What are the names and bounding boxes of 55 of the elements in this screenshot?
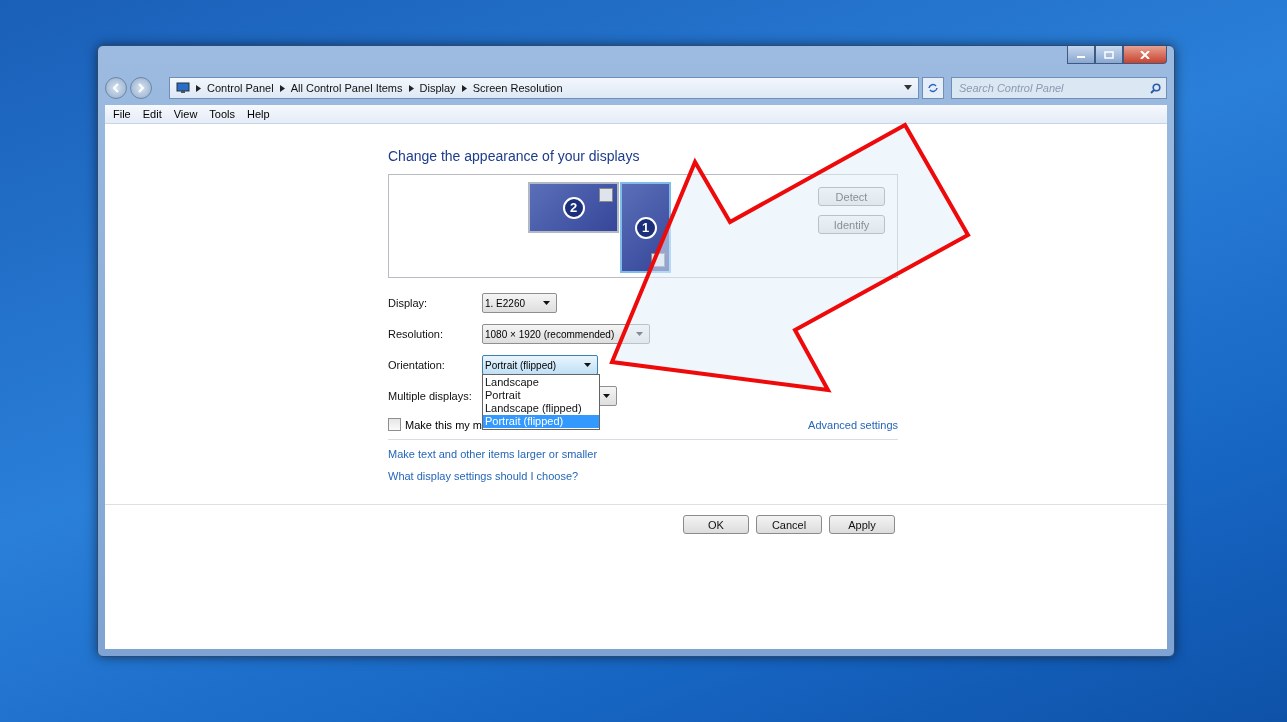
close-button[interactable] <box>1123 46 1167 64</box>
menu-item[interactable]: Tools <box>209 108 236 120</box>
menu-item[interactable]: Help <box>247 108 270 120</box>
field-label: Resolution: <box>388 328 445 340</box>
menu-item[interactable]: Edit <box>142 108 162 120</box>
advanced-settings-link[interactable]: Advanced settings <box>808 418 898 431</box>
dropdown[interactable]: 1080 × 1920 (recommended) <box>482 324 650 344</box>
dropdown-option[interactable]: Portrait <box>483 389 599 402</box>
window-thumbnail-icon <box>599 188 613 202</box>
page-heading: Change the appearance of your displays <box>388 148 641 164</box>
chevron-icon <box>408 84 414 92</box>
dropdown-option[interactable]: Landscape <box>483 376 599 389</box>
dropdown-arrow-icon <box>584 363 591 367</box>
monitor-number: 2 <box>562 196 585 219</box>
breadcrumb-item[interactable]: Screen Resolution <box>472 82 563 94</box>
dropdown-option[interactable]: Landscape (flipped) <box>483 402 599 415</box>
monitor-tile[interactable]: 1 <box>620 182 671 273</box>
maximize-icon <box>1104 50 1114 59</box>
refresh-button[interactable] <box>922 77 944 99</box>
dialog-button[interactable]: OK <box>683 515 749 534</box>
field-label: Orientation: <box>388 359 446 371</box>
help-link[interactable]: Make text and other items larger or smaller <box>388 448 598 460</box>
monitor-tile[interactable]: 2 <box>528 182 619 233</box>
checkbox-label: Make this my m <box>405 418 482 431</box>
monitor-icon <box>176 82 190 94</box>
dropdown-arrow-icon <box>636 332 643 336</box>
dialog-button[interactable]: Cancel <box>756 515 822 534</box>
menu-item[interactable]: File <box>113 108 131 120</box>
field-label: Display: <box>388 297 429 309</box>
search-icon <box>1150 82 1161 94</box>
chevron-icon <box>461 84 467 92</box>
breadcrumb-item[interactable]: Control Panel <box>207 82 274 94</box>
chevron-icon <box>196 84 201 92</box>
forward-button[interactable] <box>130 77 152 99</box>
breadcrumb-item[interactable]: All Control Panel Items <box>290 82 403 94</box>
dropdown-arrow-icon <box>603 394 610 398</box>
dropdown-arrow-icon <box>904 85 912 91</box>
breadcrumb-item[interactable]: Display <box>419 82 456 94</box>
window-thumbnail-icon <box>651 253 665 267</box>
maximize-button[interactable] <box>1095 46 1123 64</box>
dialog-button[interactable]: Apply <box>829 515 895 534</box>
checkbox[interactable] <box>388 418 401 431</box>
field-label: Multiple displays: <box>388 390 473 402</box>
menu-item[interactable]: View <box>173 108 198 120</box>
help-link[interactable]: What display settings should I choose? <box>388 470 579 482</box>
close-icon <box>1140 50 1150 59</box>
dropdown[interactable]: 1. E2260 <box>482 293 557 313</box>
minimize-button[interactable] <box>1067 46 1095 64</box>
back-button[interactable] <box>105 77 127 99</box>
monitor-number: 1 <box>634 216 657 239</box>
chevron-icon <box>279 84 285 92</box>
address-bar[interactable]: Control Panel All Control Panel Items Display Screen Resolution <box>169 77 919 99</box>
dropdown[interactable]: Portrait (flipped) <box>482 355 598 375</box>
refresh-icon <box>927 83 939 93</box>
dropdown-arrow-icon <box>543 301 550 305</box>
